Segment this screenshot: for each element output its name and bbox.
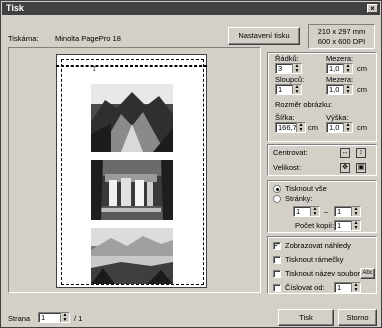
rows-label: Řádků: <box>275 54 299 63</box>
spin-arrows-icon[interactable]: ▲ ▼ <box>310 207 319 216</box>
page-to-value: 1 <box>337 207 342 216</box>
resize-cursor-icon: ↕ <box>92 63 97 73</box>
printer-name: Minolta PagePro 18 <box>55 34 121 43</box>
window-title: Tisk <box>6 3 24 13</box>
show-previews-checkbox[interactable]: ✓ <box>273 242 281 250</box>
gap-row-spinner[interactable]: 1,0 ▲ ▼ <box>326 63 353 74</box>
spin-arrows-icon[interactable]: ▲ ▼ <box>60 313 69 322</box>
printer-label: Tiskárna: <box>8 34 39 43</box>
gap-col-value: 1,0 <box>329 85 340 94</box>
spin-arrows-icon[interactable]: ▲ ▼ <box>343 64 352 73</box>
unit-label: cm <box>357 64 367 73</box>
image-size-label: Rozměr obrázku: <box>275 100 333 109</box>
unit-label: cm <box>357 123 367 132</box>
range-dash: – <box>324 207 329 216</box>
numbering-checkbox[interactable] <box>273 284 281 292</box>
preview-page: ↕ <box>56 54 207 288</box>
print-all-radio[interactable] <box>273 185 281 193</box>
height-value: 1,0 <box>329 123 340 132</box>
spin-arrows-icon[interactable]: ▲ ▼ <box>343 85 352 94</box>
print-frames-label: Tisknout rámečky <box>285 255 344 264</box>
cols-value: 1 <box>278 85 283 94</box>
print-filename-label: Tisknout název souboru <box>285 269 365 278</box>
range-group: Tisknout vše Stránky: 1 ▲ ▼ – 1 ▲ ▼ Počet ko… <box>267 180 377 233</box>
spin-arrows-icon[interactable]: ▲ ▼ <box>296 123 305 132</box>
preview-image-1[interactable] <box>91 84 173 152</box>
gap-col-spinner[interactable]: 1,0 ▲ ▼ <box>326 84 353 95</box>
page-to-spinner[interactable]: 1 ▲ ▼ <box>334 206 361 217</box>
pages-label: Stránky: <box>285 194 313 203</box>
print-filename-checkbox[interactable] <box>273 270 281 278</box>
page-label: Strana <box>8 314 31 323</box>
print-all-label: Tisknout vše <box>285 184 327 193</box>
printer-settings-button[interactable]: Nastavení tisku <box>228 27 300 45</box>
page-from-value: 1 <box>296 207 301 216</box>
copies-spinner[interactable]: 1 ▲ ▼ <box>334 220 361 231</box>
printer-resolution: 600 x 600 DPI <box>317 37 366 46</box>
unit-label: cm <box>357 85 367 94</box>
copies-value: 1 <box>337 221 342 230</box>
spin-arrows-icon[interactable]: ▲ ▼ <box>351 207 360 216</box>
preview-image-2[interactable] <box>91 160 173 220</box>
width-spinner[interactable]: 166,7 ▲ ▼ <box>275 122 306 133</box>
rows-value: 3 <box>278 64 283 73</box>
cols-spinner[interactable]: 1 ▲ ▼ <box>275 84 302 95</box>
print-preview: ↕ <box>8 47 261 293</box>
center-horizontal-icon[interactable]: ↔ <box>340 148 350 158</box>
width-value: 166,7 <box>278 123 297 132</box>
numbering-value: 1 <box>337 283 342 292</box>
cols-label: Sloupců: <box>275 75 305 84</box>
page-value: 1 <box>41 313 46 322</box>
page-spinner[interactable]: 1 ▲ ▼ <box>38 312 70 323</box>
width-label: Šířka: <box>275 113 295 122</box>
gap-col-label: Mezera: <box>326 75 354 84</box>
layout-group: Řádků: Mezera: 3 ▲ ▼ 1,0 ▲ ▼ cm Sloupců: Mez… <box>267 52 377 142</box>
close-icon: × <box>370 4 375 13</box>
unit-label: cm <box>308 123 318 132</box>
numbering-label: Číslovat od: <box>285 283 325 292</box>
print-button[interactable]: Tisk <box>278 309 334 326</box>
spin-arrows-icon[interactable]: ▲ ▼ <box>351 221 360 230</box>
page-from-spinner[interactable]: 1 ▲ ▼ <box>293 206 320 217</box>
spin-arrows-icon[interactable]: ▲ ▼ <box>292 85 301 94</box>
page-total: / 1 <box>74 314 83 323</box>
center-vertical-icon[interactable]: ↕ <box>356 148 366 158</box>
height-label: Výška: <box>326 113 349 122</box>
spin-arrows-icon[interactable]: ▲ ▼ <box>343 123 352 132</box>
pages-radio[interactable] <box>273 195 281 203</box>
size-label: Velikost: <box>273 163 301 172</box>
title-bar: Tisk × <box>2 2 380 15</box>
cancel-button[interactable]: Storno <box>338 309 377 326</box>
numbering-spinner[interactable]: 1 ▲ ▼ <box>334 282 361 293</box>
lock-aspect-icon[interactable]: ▣ <box>356 163 366 173</box>
print-dialog: Tisk × Tiskárna: Minolta PagePro 18 Nast… <box>0 0 382 328</box>
paper-size: 210 x 297 mm <box>317 27 366 36</box>
paper-info: 210 x 297 mm 600 x 600 DPI <box>308 24 375 49</box>
fit-page-icon[interactable]: ✥ <box>340 163 350 173</box>
preview-image-3[interactable] <box>91 228 173 284</box>
height-spinner[interactable]: 1,0 ▲ ▼ <box>326 122 353 133</box>
close-button[interactable]: × <box>367 4 378 13</box>
copies-label: Počet kopií: <box>295 221 335 230</box>
rows-spinner[interactable]: 3 ▲ ▼ <box>275 63 302 74</box>
font-button[interactable]: Abc <box>360 268 375 279</box>
position-group: Centrovat: ↔ ↕ Velikost: ✥ ▣ <box>267 144 377 176</box>
center-label: Centrovat: <box>273 148 308 157</box>
gap-row-label: Mezera: <box>326 54 354 63</box>
print-frames-checkbox[interactable] <box>273 256 281 264</box>
top-margin-guide <box>56 65 207 67</box>
spin-arrows-icon[interactable]: ▲ ▼ <box>292 64 301 73</box>
spin-arrows-icon[interactable]: ▲ ▼ <box>351 283 360 292</box>
show-previews-label: Zobrazovat náhledy <box>285 241 351 250</box>
options-group: ✓ Zobrazovat náhledy Tisknout rámečky Ti… <box>267 236 377 294</box>
gap-row-value: 1,0 <box>329 64 340 73</box>
